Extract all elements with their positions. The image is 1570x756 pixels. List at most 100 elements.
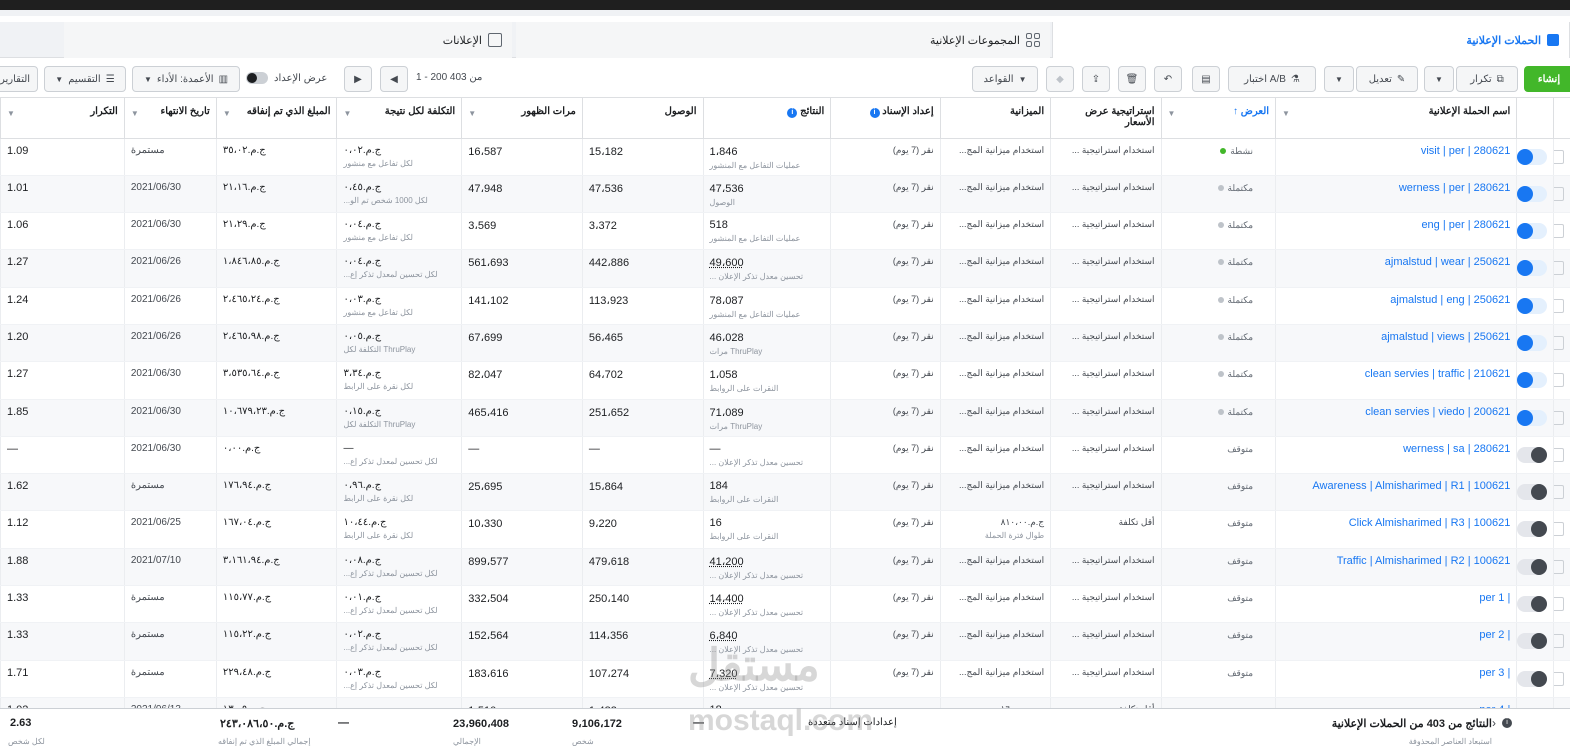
breakdown-button[interactable]: ▼ التقسيم ☰ bbox=[44, 66, 126, 92]
campaign-name-link[interactable]: clean servies | traffic | 210621 bbox=[1365, 368, 1511, 380]
chevron-left-icon[interactable]: › bbox=[1492, 716, 1496, 730]
row-checkbox-cell[interactable] bbox=[1553, 548, 1570, 587]
row-checkbox-cell[interactable] bbox=[1553, 510, 1570, 549]
campaign-toggle[interactable] bbox=[1517, 185, 1548, 202]
row-checkbox[interactable] bbox=[1554, 671, 1564, 686]
campaign-toggle[interactable] bbox=[1517, 596, 1548, 613]
row-checkbox-cell[interactable] bbox=[1553, 324, 1570, 363]
row-checkbox[interactable] bbox=[1554, 186, 1564, 201]
row-checkbox[interactable] bbox=[1554, 335, 1564, 350]
row-checkbox-cell[interactable] bbox=[1553, 212, 1570, 251]
row-checkbox[interactable] bbox=[1554, 261, 1564, 276]
campaign-toggle[interactable] bbox=[1517, 409, 1548, 426]
row-checkbox-cell[interactable] bbox=[1553, 473, 1570, 512]
col-reach[interactable]: الوصول bbox=[581, 98, 703, 139]
delete-button[interactable]: 🗑 bbox=[1118, 66, 1146, 92]
preview-button[interactable]: ⇪ bbox=[1082, 66, 1110, 92]
tab-campaigns[interactable]: الحملات الإعلانية bbox=[1052, 22, 1570, 58]
row-checkbox-cell[interactable] bbox=[1553, 361, 1570, 400]
campaign-name-link[interactable]: per 2 | bbox=[1479, 629, 1510, 641]
view-setup-toggle[interactable]: عرض الإعداد bbox=[246, 72, 327, 84]
next-page-button[interactable]: ▶ bbox=[344, 66, 372, 92]
campaign-toggle[interactable] bbox=[1517, 260, 1548, 277]
col-budget[interactable]: الميزانية bbox=[939, 98, 1051, 139]
col-name[interactable]: اسم الحملة الإعلانية ▼ bbox=[1275, 98, 1517, 139]
edit-button[interactable]: تعديل ✎ bbox=[1356, 66, 1418, 92]
create-button[interactable]: إنشاء bbox=[1524, 66, 1570, 92]
col-amount-spent[interactable]: المبلغ الذي تم إنفاقه ▼ bbox=[215, 98, 337, 139]
row-checkbox[interactable] bbox=[1554, 447, 1564, 462]
campaign-toggle[interactable] bbox=[1517, 297, 1548, 314]
table-row[interactable]: clean servies | viedo | 200621 مكتملة استخ… bbox=[0, 399, 1570, 437]
campaign-name-link[interactable]: visit | per | 280621 bbox=[1421, 145, 1511, 157]
tab-adsets[interactable]: المجموعات الإعلانية bbox=[516, 22, 1050, 58]
ab-test-button[interactable]: اختبار A/B ⚗ bbox=[1228, 66, 1316, 92]
row-checkbox[interactable] bbox=[1554, 559, 1564, 574]
table-row[interactable]: Traffic | Almisharimed | R2 | 100621 متوق… bbox=[0, 548, 1570, 587]
row-checkbox[interactable] bbox=[1554, 298, 1564, 313]
row-checkbox-cell[interactable] bbox=[1553, 175, 1570, 214]
col-attribution[interactable]: إعداد الإسناد i bbox=[830, 98, 941, 139]
rules-button[interactable]: القواعد ▼ bbox=[972, 66, 1038, 92]
table-row[interactable]: clean servies | traffic | 210621 مكتملة اس… bbox=[0, 361, 1570, 400]
col-end-date[interactable]: تاريخ الانتهاء ▼ bbox=[123, 98, 217, 139]
row-checkbox[interactable] bbox=[1554, 597, 1564, 612]
campaign-name-link[interactable]: eng | per | 280621 bbox=[1421, 219, 1510, 231]
campaign-name-link[interactable]: Click Almisharimed | R3 | 100621 bbox=[1349, 517, 1511, 529]
campaign-name-link[interactable]: per 3 | bbox=[1479, 667, 1510, 679]
campaign-name-link[interactable]: Awareness | Almisharimed | R1 | 100621 bbox=[1312, 480, 1510, 492]
table-row[interactable]: Awareness | Almisharimed | R1 | 100621 مت… bbox=[0, 473, 1570, 512]
col-results[interactable]: النتائج i bbox=[702, 98, 831, 139]
row-checkbox[interactable] bbox=[1554, 634, 1564, 649]
row-checkbox[interactable] bbox=[1554, 224, 1564, 239]
tab-ads[interactable]: الإعلانات bbox=[64, 22, 512, 58]
table-row[interactable]: Click Almisharimed | R3 | 100621 متوقف أقل… bbox=[0, 510, 1570, 549]
table-row[interactable]: ajmalstud | views | 250621 مكتملة استخدام … bbox=[0, 324, 1570, 363]
row-checkbox-cell[interactable] bbox=[1553, 585, 1570, 624]
edit-dropdown[interactable]: ▼ bbox=[1324, 66, 1354, 92]
campaign-toggle[interactable] bbox=[1517, 484, 1548, 501]
table-row[interactable]: eng | per | 280621 مكتملة استخدام استراتيج… bbox=[0, 212, 1570, 251]
campaign-name-link[interactable]: Traffic | Almisharimed | R2 | 100621 bbox=[1337, 555, 1511, 567]
reports-button[interactable]: التقارير bbox=[0, 66, 38, 92]
table-row[interactable]: werness | sa | 280621 متوقف استخدام استرات… bbox=[0, 436, 1570, 475]
col-cost-per-result[interactable]: التكلفة لكل نتيجة ▼ bbox=[336, 98, 462, 139]
campaign-toggle[interactable] bbox=[1517, 558, 1548, 575]
row-checkbox-cell[interactable] bbox=[1553, 249, 1570, 288]
table-row[interactable]: visit | per | 280621 نشطة استخدام استراتيج… bbox=[0, 138, 1570, 176]
row-checkbox[interactable] bbox=[1554, 522, 1564, 537]
row-checkbox-cell[interactable] bbox=[1553, 622, 1570, 661]
row-checkbox-cell[interactable] bbox=[1553, 287, 1570, 325]
col-delivery[interactable]: العرض ↑ ▼ bbox=[1160, 98, 1276, 139]
row-checkbox[interactable] bbox=[1554, 373, 1564, 388]
col-select[interactable] bbox=[1553, 98, 1570, 139]
col-impressions[interactable]: مرات الظهور ▼ bbox=[461, 98, 583, 139]
campaign-toggle[interactable] bbox=[1517, 334, 1548, 351]
campaign-name-link[interactable]: ajmalstud | wear | 250621 bbox=[1385, 256, 1511, 268]
view-setup-switch[interactable] bbox=[246, 72, 268, 84]
campaign-name-link[interactable]: per 1 | bbox=[1479, 592, 1510, 604]
campaign-name-link[interactable]: werness | per | 280621 bbox=[1399, 182, 1511, 194]
row-checkbox-cell[interactable] bbox=[1553, 660, 1570, 698]
row-checkbox-cell[interactable] bbox=[1553, 697, 1570, 708]
campaign-name-link[interactable]: werness | sa | 280621 bbox=[1403, 443, 1510, 455]
campaign-name-link[interactable]: clean servies | viedo | 200621 bbox=[1365, 406, 1510, 418]
table-row[interactable]: werness | per | 280621 مكتملة استخدام استر… bbox=[0, 175, 1570, 214]
duplicate-button[interactable]: تكرار ⧉ bbox=[1456, 66, 1518, 92]
campaign-toggle[interactable] bbox=[1517, 372, 1548, 389]
campaign-name-link[interactable]: ajmalstud | eng | 250621 bbox=[1390, 294, 1510, 306]
campaign-name-link[interactable]: ajmalstud | views | 250621 bbox=[1381, 331, 1510, 343]
campaign-toggle[interactable] bbox=[1517, 148, 1548, 165]
col-bid-strategy[interactable]: استراتيجية عرض الأسعار bbox=[1050, 98, 1162, 139]
prev-page-button[interactable]: ◀ bbox=[380, 66, 408, 92]
col-frequency[interactable]: التكرار ▼ bbox=[0, 98, 125, 139]
campaign-toggle[interactable] bbox=[1517, 670, 1548, 687]
table-row[interactable]: ajmalstud | eng | 250621 مكتملة استخدام اس… bbox=[0, 287, 1570, 325]
row-checkbox-cell[interactable] bbox=[1553, 138, 1570, 176]
campaign-toggle[interactable] bbox=[1517, 521, 1548, 538]
duplicate-dropdown[interactable]: ▼ bbox=[1424, 66, 1454, 92]
undo-button[interactable]: ↶ bbox=[1154, 66, 1182, 92]
campaign-toggle[interactable] bbox=[1517, 633, 1548, 650]
campaign-toggle[interactable] bbox=[1517, 446, 1548, 463]
campaign-toggle[interactable] bbox=[1517, 223, 1548, 240]
